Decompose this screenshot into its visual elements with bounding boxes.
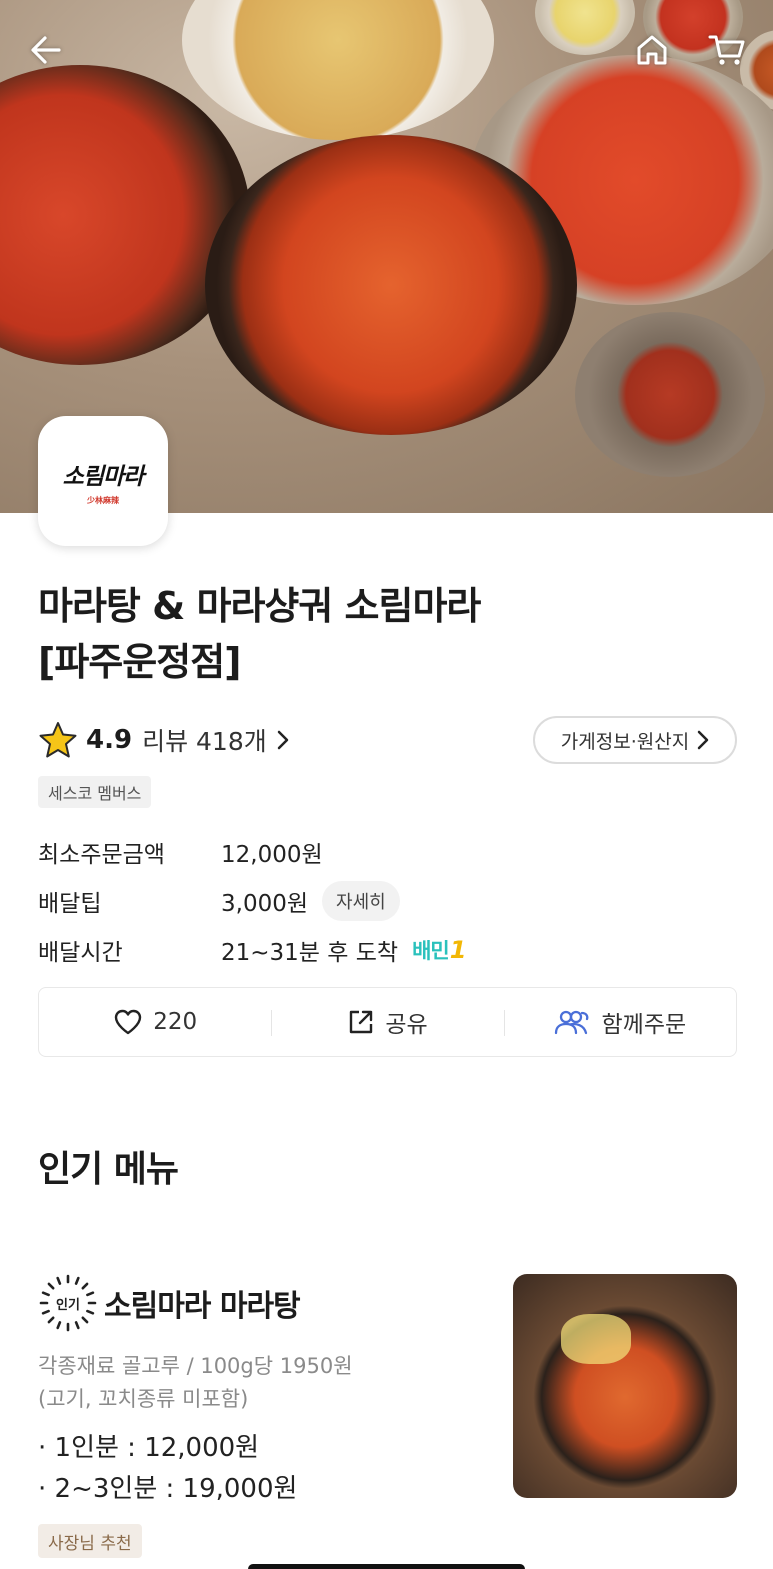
store-logo-subtext: 少林麻辣 (87, 495, 119, 505)
group-order-label: 함께주문 (601, 1012, 687, 1038)
store-logo-text: 소림마라 (62, 462, 145, 490)
baemin1-logo: 배민 1 (412, 935, 467, 965)
store-title-line2: [파주운정점] (38, 640, 242, 684)
home-icon (637, 35, 667, 65)
menu-item-name: 소림마라 마라탕 (104, 1289, 301, 1324)
owner-recommend-badge: 사장님 추천 (38, 1524, 142, 1558)
min-order-value: 12,000원 (221, 842, 323, 868)
menu-item-price-line1: · 1인분 : 12,000원 (38, 1433, 260, 1463)
delivery-tip-detail-button[interactable]: 자세히 (322, 881, 400, 921)
popular-menu-title: 인기 메뉴 (38, 1149, 179, 1190)
menu-item-prices: · 1인분 : 12,000원 · 2~3인분 : 19,000원 (38, 1428, 297, 1510)
baemin-brand-text: 배민 (412, 939, 450, 963)
baemin-one-text: 1 (449, 936, 467, 964)
delivery-tip-row: 배달팁 3,000원 자세히 (38, 881, 400, 921)
food-malatang-bowl (205, 135, 577, 435)
food-rice-plate (182, 0, 494, 140)
arrow-left-icon (31, 36, 61, 64)
menu-item-description: 각종재료 골고루 / 100g당 1950원 (고기, 꼬치종류 미포함) (38, 1350, 478, 1416)
menu-item-thumbnail[interactable] (513, 1274, 737, 1498)
cesco-member-badge: 세스코 멤버스 (38, 776, 152, 808)
food-sauce-dish (535, 0, 635, 55)
heart-icon (115, 1009, 142, 1035)
min-order-row: 최소주문금액 12,000원 (38, 832, 323, 872)
cart-icon (708, 35, 745, 65)
share-icon (350, 1010, 373, 1034)
cart-button[interactable] (703, 26, 751, 74)
rating-row: 4.9 리뷰 418개 (38, 716, 289, 764)
menu-item-desc-line2: (고기, 꼬치종류 미포함) (38, 1387, 249, 1411)
menu-item-head: 인기 소림마라 마라탕 (38, 1272, 301, 1334)
home-button[interactable] (628, 26, 676, 74)
back-button[interactable] (22, 26, 70, 74)
action-bar: 220 공유 함께주문 (38, 987, 737, 1057)
food-dessert-plate (575, 312, 765, 477)
menu-item-price-line2: · 2~3인분 : 19,000원 (38, 1474, 298, 1504)
review-count: 리뷰 418개 (142, 727, 267, 756)
home-indicator (248, 1564, 525, 1569)
group-icon (554, 1010, 588, 1035)
menu-item[interactable]: 인기 소림마라 마라탕 각종재료 골고루 / 100g당 1950원 (고기, … (38, 1272, 737, 1562)
delivery-time-row: 배달시간 21~31분 후 도착 배민 1 (38, 930, 467, 970)
share-label: 공유 (385, 1012, 428, 1038)
share-button[interactable]: 공유 (271, 988, 503, 1056)
store-info-label: 가게정보·원산지 (560, 730, 690, 753)
store-info-button[interactable]: 가게정보·원산지 (533, 716, 737, 764)
group-order-button[interactable]: 함께주문 (503, 988, 736, 1056)
like-count: 220 (153, 1009, 198, 1035)
like-button[interactable]: 220 (39, 988, 271, 1056)
min-order-label: 최소주문금액 (38, 842, 165, 868)
chevron-right-icon (697, 730, 709, 750)
delivery-tip-value: 3,000원 (221, 891, 309, 917)
popular-badge: 인기 (38, 1273, 98, 1333)
delivery-time-value: 21~31분 후 도착 (221, 940, 399, 966)
delivery-time-label: 배달시간 (38, 940, 123, 966)
store-title-line1: 마라탕 & 마라샹궈 소림마라 (38, 584, 481, 628)
review-link[interactable]: 리뷰 418개 (142, 722, 289, 758)
delivery-tip-label: 배달팁 (38, 891, 102, 917)
popular-badge-label: 인기 (56, 1297, 80, 1313)
chevron-right-icon (277, 730, 288, 750)
rating-value: 4.9 (86, 725, 133, 755)
store-title: 마라탕 & 마라샹궈 소림마라 [파주운정점] (38, 578, 738, 690)
star-icon (39, 722, 77, 758)
menu-item-desc-line1: 각종재료 골고루 / 100g당 1950원 (38, 1354, 353, 1378)
store-logo: 소림마라 少林麻辣 (38, 416, 168, 546)
